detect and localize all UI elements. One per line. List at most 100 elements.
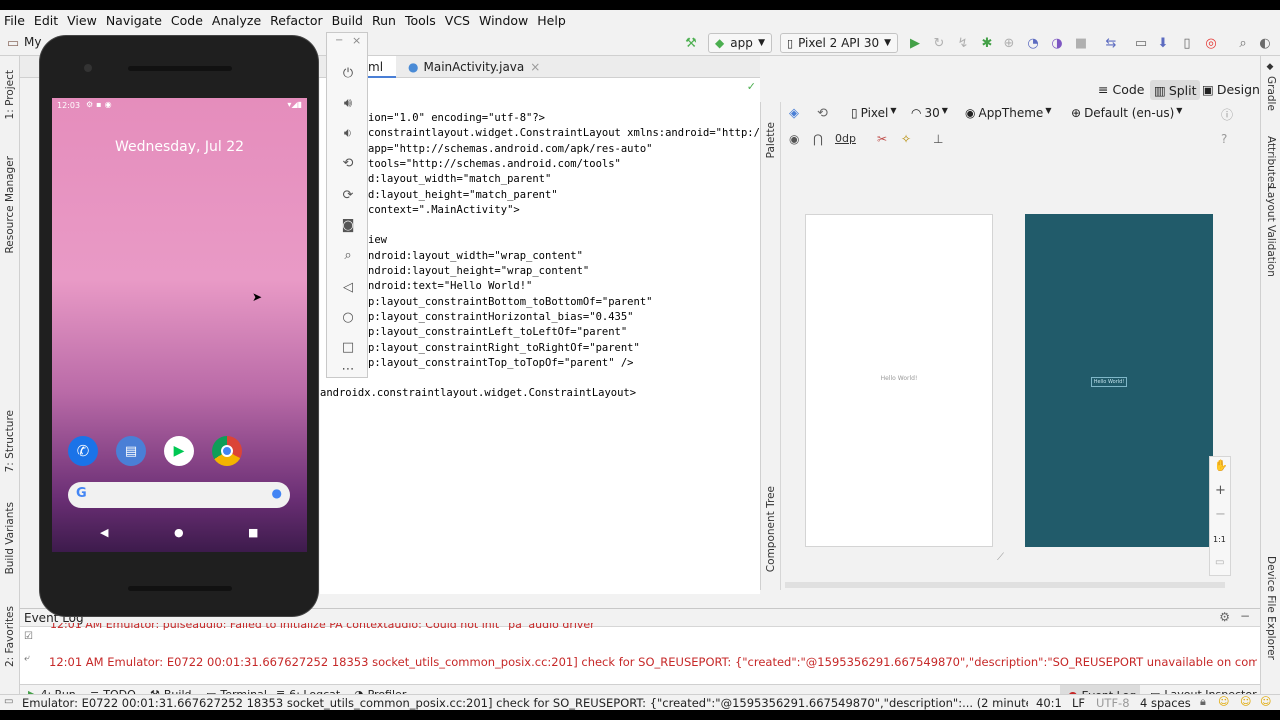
- device-select[interactable]: ▯ Pixel 2 API 30 ▼: [780, 33, 898, 53]
- minimize-icon[interactable]: −: [1240, 609, 1250, 623]
- menu-code[interactable]: Code: [171, 13, 203, 28]
- device-manager-icon[interactable]: ◎: [1202, 34, 1220, 52]
- zoom-icon[interactable]: ⌕: [338, 245, 358, 265]
- stop-icon[interactable]: ■: [1072, 34, 1090, 52]
- status-message[interactable]: Emulator: E0722 00:01:31.667627252 18353…: [22, 696, 1028, 710]
- structure-tool-tab[interactable]: 7: Structure: [4, 410, 16, 472]
- more-icon[interactable]: ⋯: [338, 359, 358, 379]
- menu-refactor[interactable]: Refactor: [270, 13, 322, 28]
- indent-setting[interactable]: 4 spaces: [1140, 696, 1191, 710]
- close-icon[interactable]: ×: [530, 60, 540, 78]
- rerun-icon[interactable]: ↻: [930, 34, 948, 52]
- user-icon[interactable]: ◐: [1256, 34, 1274, 52]
- line-separator[interactable]: LF: [1072, 696, 1085, 710]
- hammer-icon[interactable]: ⚒: [682, 34, 700, 52]
- sync-icon[interactable]: ⇆: [1102, 34, 1120, 52]
- layout-validation-tab[interactable]: Layout Validation: [1265, 186, 1277, 277]
- palette-tab[interactable]: Palette: [765, 122, 777, 158]
- phone-app-icon[interactable]: ✆: [68, 436, 98, 466]
- debug-icon[interactable]: ✱: [978, 34, 996, 52]
- attach-icon[interactable]: ⊕: [1000, 34, 1018, 52]
- locale-dropdown[interactable]: ⊕ Default (en-us) ▼: [1071, 106, 1182, 120]
- power-icon[interactable]: ⏻: [338, 63, 358, 83]
- soft-wrap-icon[interactable]: ⤶: [24, 653, 30, 664]
- minimize-emulator-icon[interactable]: −: [335, 35, 343, 46]
- api-dropdown[interactable]: ◠ 30 ▼: [911, 106, 948, 120]
- magnet-icon[interactable]: ⋂: [813, 132, 823, 146]
- caret-position[interactable]: 40:1: [1036, 696, 1062, 710]
- status-toggle-icon[interactable]: ▭: [4, 696, 13, 707]
- orientation-icon[interactable]: ⟲: [817, 106, 828, 121]
- menu-build[interactable]: Build: [332, 13, 363, 28]
- menu-window[interactable]: Window: [479, 13, 528, 28]
- messages-app-icon[interactable]: ▤: [116, 436, 146, 466]
- notification-icon[interactable]: ☺: [1260, 695, 1271, 708]
- run-config-select[interactable]: ◆ app ▼: [708, 33, 772, 53]
- menu-file[interactable]: File: [4, 13, 25, 28]
- volume-up-icon[interactable]: 🔊︎: [338, 93, 358, 113]
- check-icon[interactable]: ☑: [24, 631, 33, 642]
- profile-icon[interactable]: ◔: [1024, 34, 1042, 52]
- menu-edit[interactable]: Edit: [34, 13, 58, 28]
- favorites-tab[interactable]: 2: Favorites: [4, 606, 16, 667]
- rotate-left-icon[interactable]: ⟲: [338, 153, 358, 173]
- code-mode-button[interactable]: ≡ Code: [1098, 82, 1145, 97]
- infer-constraints-icon[interactable]: ✧: [901, 132, 911, 146]
- volume-down-icon[interactable]: 🔉︎: [338, 123, 358, 143]
- guidelines-icon[interactable]: ⊥: [933, 132, 943, 146]
- layers-icon[interactable]: ◈: [789, 106, 799, 121]
- folder-icon[interactable]: ▭: [4, 34, 22, 52]
- pan-hand-icon[interactable]: ✋: [1214, 459, 1228, 472]
- nav-recents-icon[interactable]: ■: [248, 526, 258, 539]
- menu-run[interactable]: Run: [372, 13, 396, 28]
- split-mode-button[interactable]: ▥ Split: [1150, 80, 1200, 100]
- file-encoding[interactable]: UTF-8: [1096, 696, 1130, 710]
- info-icon[interactable]: ⓘ: [1221, 106, 1233, 123]
- menu-tools[interactable]: Tools: [405, 13, 436, 28]
- code-editor[interactable]: ion="1.0" encoding="utf-8"?> constraintla…: [320, 78, 760, 594]
- build-variants-tab[interactable]: Build Variants: [4, 502, 16, 574]
- lock-icon[interactable]: 🔒︎: [1200, 695, 1206, 709]
- eye-icon[interactable]: ◉: [789, 132, 799, 146]
- run-icon[interactable]: ▶: [906, 34, 924, 52]
- back-icon[interactable]: ◁: [338, 277, 358, 297]
- zoom-reset[interactable]: 1:1: [1213, 535, 1226, 544]
- rotate-right-icon[interactable]: ⟳: [338, 185, 358, 205]
- home-icon[interactable]: ○: [338, 307, 358, 327]
- google-search-bar[interactable]: G ●: [68, 482, 290, 508]
- resource-manager-tab[interactable]: Resource Manager: [4, 156, 16, 254]
- help-icon[interactable]: ?: [1221, 132, 1227, 146]
- zoom-in-icon[interactable]: +: [1215, 483, 1226, 498]
- sdk-manager-icon[interactable]: ⬇: [1154, 34, 1172, 52]
- clear-constraints-icon[interactable]: ✂: [877, 132, 887, 146]
- overview-icon[interactable]: □: [338, 337, 358, 357]
- component-tree-tab[interactable]: Component Tree: [765, 486, 777, 572]
- search-icon[interactable]: ⌕: [1234, 34, 1252, 52]
- smiley-icon[interactable]: ☺: [1218, 695, 1229, 708]
- layout-icon[interactable]: ▭: [1132, 34, 1150, 52]
- design-preview[interactable]: Hello World!: [805, 214, 993, 547]
- nav-home-icon[interactable]: ●: [174, 526, 184, 539]
- avd-manager-icon[interactable]: ▯: [1178, 34, 1196, 52]
- play-store-icon[interactable]: ▶: [164, 436, 194, 466]
- project-breadcrumb[interactable]: My: [24, 35, 41, 49]
- close-emulator-icon[interactable]: ×: [352, 34, 361, 47]
- device-dropdown[interactable]: ▯ Pixel ▼: [851, 106, 897, 120]
- design-mode-button[interactable]: ▣ Design: [1202, 82, 1260, 97]
- project-tool-tab[interactable]: 1: Project: [4, 70, 16, 119]
- tab-main-activity-java[interactable]: ● MainActivity.java ×: [404, 56, 540, 78]
- coverage-icon[interactable]: ◑: [1048, 34, 1066, 52]
- zoom-out-icon[interactable]: −: [1215, 507, 1226, 522]
- menu-help[interactable]: Help: [537, 13, 566, 28]
- menu-vcs[interactable]: VCS: [445, 13, 470, 28]
- gradle-tab[interactable]: Gradle: [1265, 76, 1277, 111]
- default-margin[interactable]: 0dp: [835, 132, 856, 145]
- blueprint-preview[interactable]: Hello World!: [1025, 214, 1213, 547]
- gear-icon[interactable]: ⚙: [1219, 610, 1230, 624]
- resize-handle-icon[interactable]: ⟋: [997, 552, 1004, 563]
- device-file-explorer-tab[interactable]: Device File Explorer: [1265, 556, 1277, 660]
- theme-dropdown[interactable]: ◉ AppTheme ▼: [965, 106, 1051, 120]
- apply-changes-icon[interactable]: ↯: [954, 34, 972, 52]
- menu-view[interactable]: View: [67, 13, 97, 28]
- chrome-icon[interactable]: [212, 436, 242, 466]
